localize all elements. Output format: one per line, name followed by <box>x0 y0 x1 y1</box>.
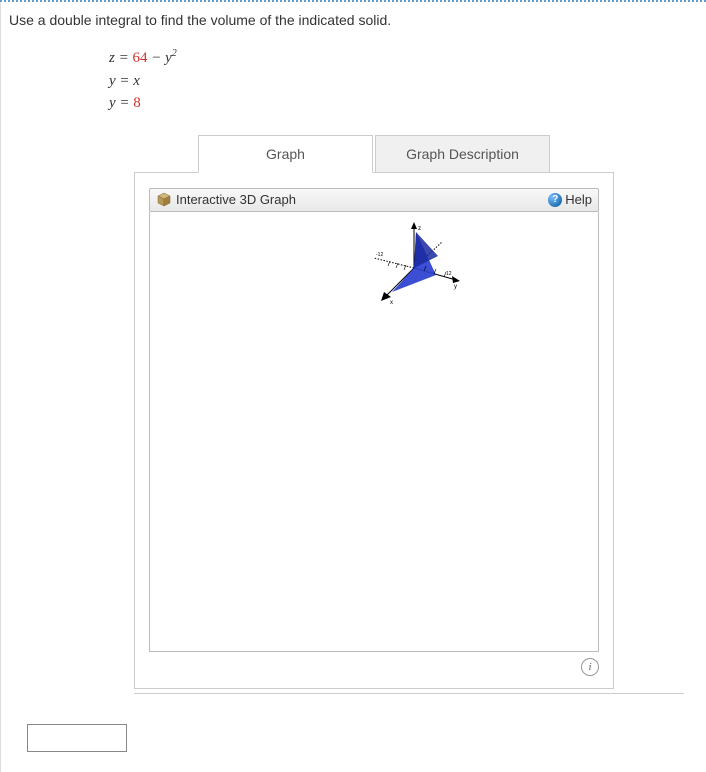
graph-panel: Interactive 3D Graph ? Help <box>134 172 614 689</box>
help-button[interactable]: ? Help <box>548 192 592 207</box>
svg-text:y: y <box>454 284 457 290</box>
graph-title: Interactive 3D Graph <box>176 192 296 207</box>
equations-block: z = 64 − y2 y = x y = 8 <box>109 46 698 115</box>
info-icon[interactable]: i <box>581 658 599 676</box>
svg-text:-12: -12 <box>376 252 383 258</box>
tab-bar: Graph Graph Description <box>134 135 614 173</box>
svg-text:12: 12 <box>446 271 452 277</box>
divider <box>134 693 684 694</box>
tab-description[interactable]: Graph Description <box>375 135 550 173</box>
equation-2: y = x <box>109 70 698 93</box>
question-text: Use a double integral to find the volume… <box>9 12 698 28</box>
help-icon: ? <box>548 193 562 207</box>
equation-3: y = 8 <box>109 92 698 115</box>
graph-canvas[interactable]: z y x -12 12 <box>149 212 599 652</box>
graph-toolbar: Interactive 3D Graph ? Help <box>149 188 599 212</box>
answer-input[interactable] <box>27 724 127 752</box>
cube-3d-icon <box>156 192 172 208</box>
svg-text:z: z <box>418 226 421 232</box>
help-label: Help <box>565 192 592 207</box>
equation-1: z = 64 − y2 <box>109 46 698 70</box>
svg-text:x: x <box>390 300 393 306</box>
graph-3d-thumbnail: z y x -12 12 <box>364 220 464 310</box>
tab-graph[interactable]: Graph <box>198 135 373 173</box>
